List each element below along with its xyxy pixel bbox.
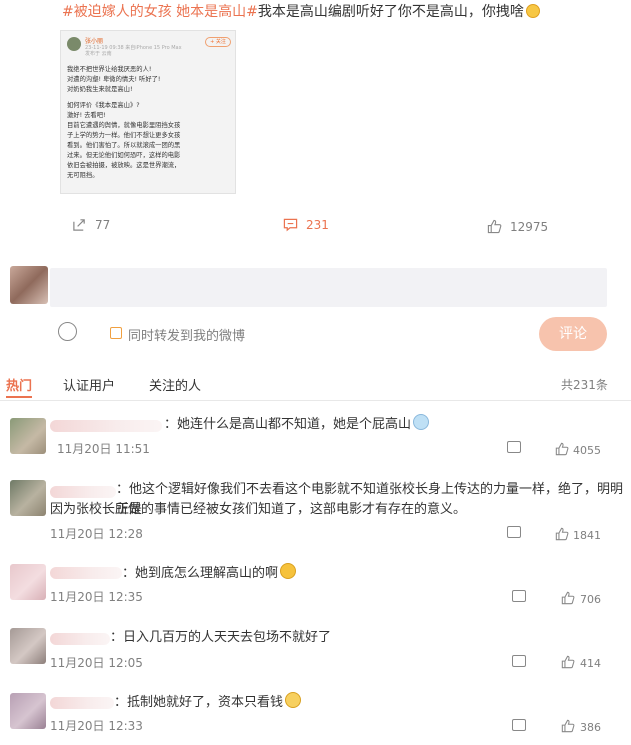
username[interactable] bbox=[50, 486, 116, 498]
tab-underline bbox=[6, 396, 32, 398]
comment-text: ：日入几百万的人天天去包场不就好了 bbox=[110, 630, 332, 645]
username[interactable] bbox=[50, 420, 162, 432]
comment-time: 11月20日 12:33 bbox=[50, 719, 143, 733]
thumbs-up-icon[interactable] bbox=[561, 719, 575, 733]
repost-label: 同时转发到我的微博 bbox=[128, 329, 246, 344]
thumbs-up-icon[interactable] bbox=[561, 655, 575, 669]
tab-following[interactable]: 关注的人 bbox=[149, 375, 201, 394]
avatar[interactable] bbox=[10, 564, 46, 600]
thumbs-up-icon[interactable] bbox=[561, 591, 575, 605]
dog-emoji-icon bbox=[285, 692, 302, 708]
image-body: 我绝不把世界让给我厌恶的人! 对遭的沟壑! 卑微的情夫! 听好了! 对奶奶我生来… bbox=[67, 65, 233, 181]
avatar[interactable] bbox=[10, 480, 46, 516]
thumbs-up-icon[interactable] bbox=[555, 527, 569, 541]
reply-icon[interactable] bbox=[507, 441, 521, 453]
post-image[interactable]: 张小丽 23-11-19 09:38 来自iPhone 15 Pro Max 发… bbox=[60, 30, 236, 194]
image-line: 我绝不把世界让给我厌恶的人! bbox=[67, 66, 152, 73]
tab-verified[interactable]: 认证用户 bbox=[63, 375, 115, 394]
post-body: 我本是高山编剧听好了你不是高山，你拽啥 bbox=[257, 4, 524, 20]
reply-icon[interactable] bbox=[512, 719, 526, 731]
image-line: 看到。他们害怕了。所以就滚成一团的黑 bbox=[67, 142, 181, 149]
avatar[interactable] bbox=[10, 628, 46, 664]
avatar[interactable] bbox=[10, 693, 46, 729]
image-location: 发布于 云南 bbox=[85, 51, 112, 57]
username[interactable] bbox=[50, 567, 122, 579]
username[interactable] bbox=[50, 697, 114, 709]
like-count: 12975 bbox=[510, 219, 549, 234]
crying-emoji-icon bbox=[413, 414, 430, 430]
like-count: 1841 bbox=[573, 529, 601, 542]
image-line: 对奶奶我生来就是高山! bbox=[67, 86, 133, 93]
topic-link[interactable]: #被迫嫁人的女孩 她本是高山# bbox=[62, 4, 258, 20]
reply-icon[interactable] bbox=[512, 590, 526, 602]
submit-comment-button[interactable]: 评论 bbox=[539, 317, 607, 351]
username[interactable] bbox=[50, 633, 110, 645]
like-button[interactable]: 12975 bbox=[487, 219, 548, 234]
image-avatar bbox=[67, 37, 81, 51]
image-line: 无可阻挡。 bbox=[67, 172, 99, 179]
comment-count: 231 bbox=[306, 217, 329, 232]
comment-time: 11月20日 11:51 bbox=[57, 442, 150, 456]
image-line: 目前它遭遇的舆情，就像电影里阻挡女孩 bbox=[67, 122, 181, 129]
image-line: 过来。但无论他们如何恐吓，这样的电影 bbox=[67, 152, 181, 159]
like-count: 386 bbox=[580, 721, 601, 734]
reply-icon[interactable] bbox=[507, 526, 521, 538]
comment-text-line2: 因为张校长所做的事情已经被女孩们知道了，这部电影才有存在的意义。 bbox=[50, 502, 467, 517]
repost-button[interactable]: 77 bbox=[72, 217, 110, 232]
comment-time: 11月20日 12:05 bbox=[50, 656, 143, 670]
share-icon bbox=[73, 219, 85, 231]
comment-text: ：她到底怎么理解高山的啊 bbox=[122, 563, 297, 584]
comment-total: 共231条 bbox=[561, 378, 608, 392]
image-line: 对遭的沟壑! 卑微的情夫! 听好了! bbox=[67, 76, 161, 83]
image-line: 激好! 去看吧! bbox=[67, 112, 106, 119]
comment-time: 11月20日 12:28 bbox=[50, 527, 143, 541]
divider bbox=[0, 400, 631, 401]
repost-checkbox[interactable] bbox=[110, 327, 122, 339]
comment-icon bbox=[283, 218, 298, 232]
comment-text: ：她连什么是高山都不知道，她是个屁高山 bbox=[164, 414, 430, 435]
avatar[interactable] bbox=[10, 418, 46, 454]
image-line: 如何评价《我本是高山》? bbox=[67, 102, 140, 109]
emoji-icon[interactable] bbox=[58, 322, 77, 341]
like-count: 706 bbox=[580, 593, 601, 606]
like-count: 414 bbox=[580, 657, 601, 670]
sad-emoji-icon bbox=[525, 4, 540, 18]
image-line: 子上学的势力一样。他们不想让更多女孩 bbox=[67, 132, 181, 139]
comment-button[interactable]: 231 bbox=[283, 217, 329, 232]
comment-text: ：抵制她就好了，资本只看钱 bbox=[114, 692, 302, 713]
image-line: 依旧会被拍摄，被放映。这是世界潮流， bbox=[67, 162, 181, 169]
comment-time: 11月20日 12:35 bbox=[50, 590, 143, 604]
comment-input[interactable] bbox=[50, 268, 607, 307]
like-count: 4055 bbox=[573, 444, 601, 457]
thumbs-up-icon bbox=[487, 219, 502, 234]
image-follow-button: + 关注 bbox=[205, 37, 231, 47]
repost-count: 77 bbox=[95, 217, 111, 232]
tab-hot[interactable]: 热门 bbox=[6, 375, 32, 394]
laughing-emoji-icon bbox=[280, 563, 297, 579]
post-text: #被迫嫁人的女孩 她本是高山#我本是高山编剧听好了你不是高山，你拽啥 bbox=[62, 2, 540, 22]
thumbs-up-icon[interactable] bbox=[555, 442, 569, 456]
reply-icon[interactable] bbox=[512, 655, 526, 667]
avatar bbox=[10, 266, 48, 304]
